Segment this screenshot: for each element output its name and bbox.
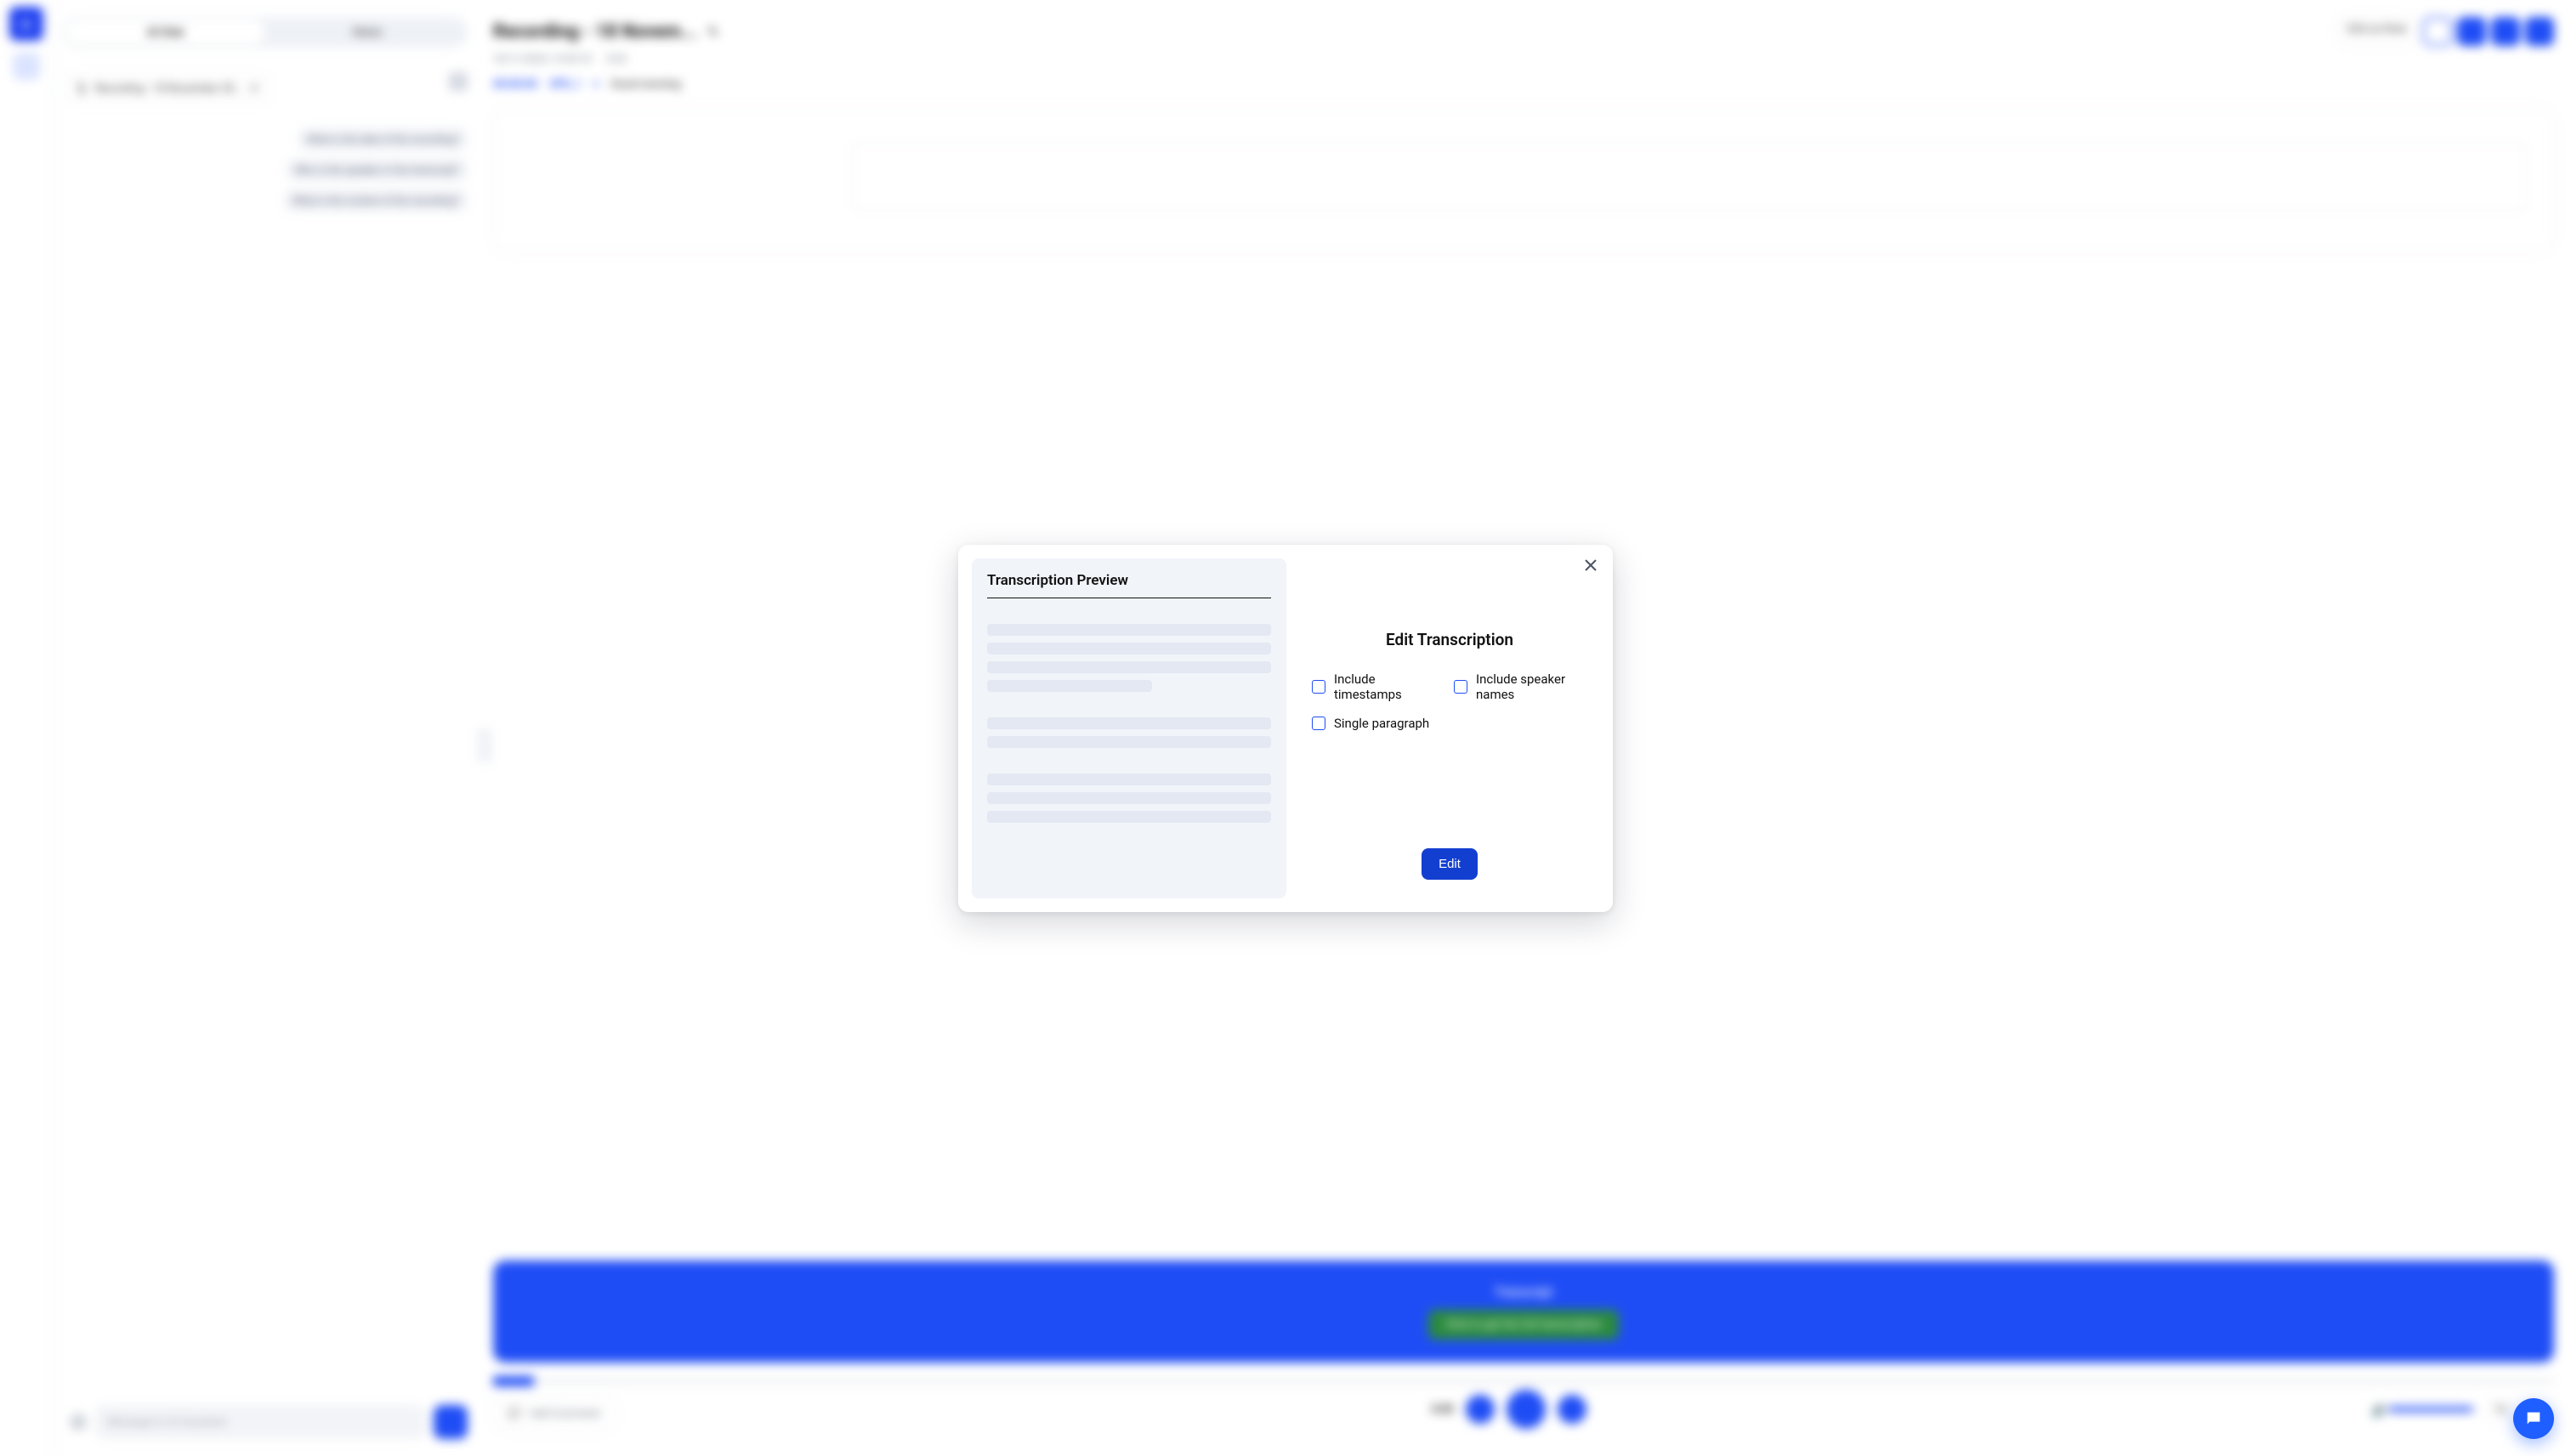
transcription-modal: Transcription Preview Edit Transcription <box>958 545 1613 912</box>
preview-title: Transcription Preview <box>987 572 1271 598</box>
checkbox-include-speaker-names[interactable]: Include speaker names <box>1454 671 1587 702</box>
skeleton-paragraph-1 <box>987 624 1271 692</box>
checkbox-box <box>1312 717 1325 730</box>
close-modal-button[interactable] <box>1582 557 1599 574</box>
edit-transcription-pane: Edit Transcription Include timestamps In… <box>1286 545 1613 912</box>
transcription-options: Include timestamps Include speaker names… <box>1312 671 1587 731</box>
checkbox-label: Single paragraph <box>1334 716 1429 731</box>
edit-button[interactable]: Edit <box>1422 848 1478 880</box>
chat-bubble-icon <box>2524 1409 2543 1428</box>
modal-overlay: Transcription Preview Edit Transcription <box>0 0 2571 1456</box>
checkbox-include-timestamps[interactable]: Include timestamps <box>1312 671 1445 702</box>
checkbox-single-paragraph[interactable]: Single paragraph <box>1312 716 1445 731</box>
checkbox-box <box>1454 680 1467 694</box>
checkbox-label: Include timestamps <box>1334 671 1445 702</box>
checkbox-box <box>1312 680 1325 694</box>
skeleton-paragraph-2 <box>987 717 1271 748</box>
close-icon <box>1585 559 1597 571</box>
transcription-preview-pane: Transcription Preview <box>972 558 1286 898</box>
checkbox-label: Include speaker names <box>1476 671 1587 702</box>
skeleton-paragraph-3 <box>987 773 1271 823</box>
edit-transcription-title: Edit Transcription <box>1312 630 1587 649</box>
help-chat-fab[interactable] <box>2513 1398 2554 1439</box>
